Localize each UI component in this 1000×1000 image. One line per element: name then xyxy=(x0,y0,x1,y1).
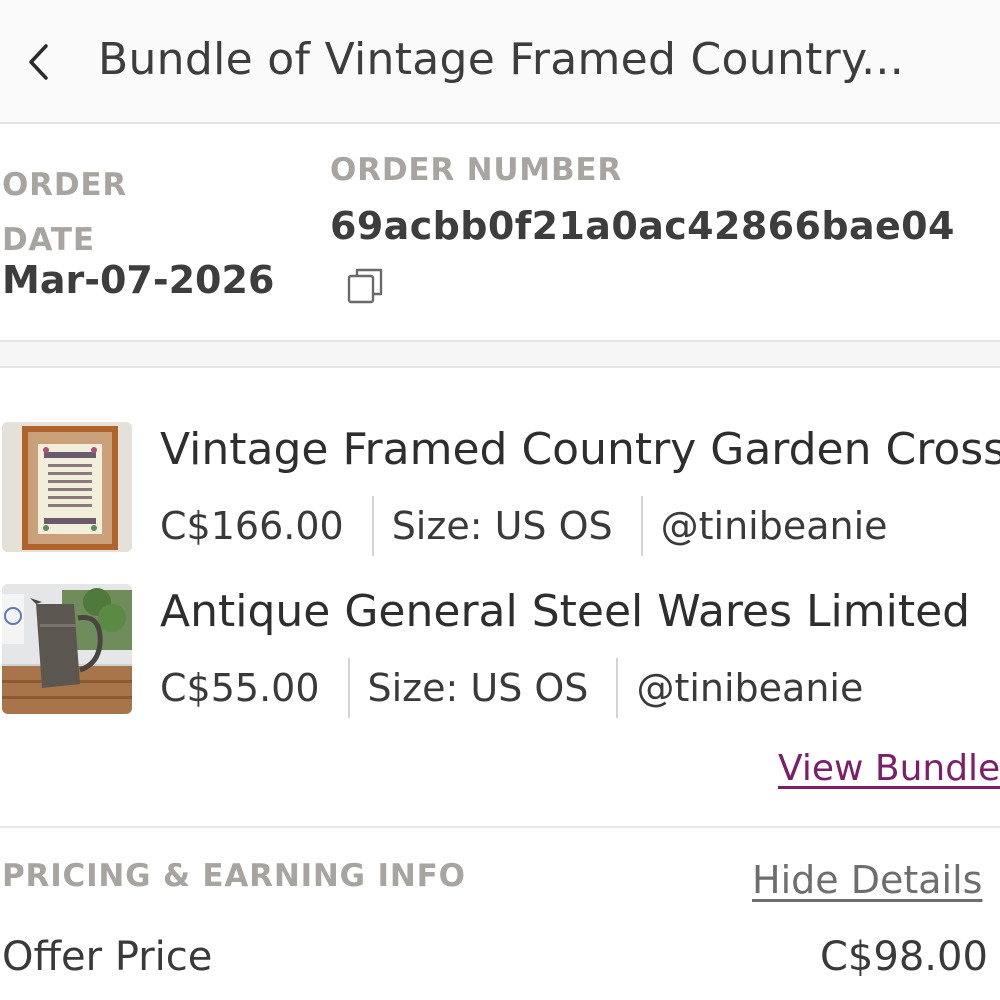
meta-divider xyxy=(347,658,350,718)
item-size: Size: US OS xyxy=(391,504,613,548)
item-seller[interactable]: @tinibeanie xyxy=(661,504,888,548)
pricing-section-label: PRICING & EARNING INFO xyxy=(2,858,466,894)
order-date-label: ORDER DATE xyxy=(2,158,127,268)
item-thumbnail xyxy=(2,584,132,714)
offer-price-value: C$98.00 xyxy=(820,934,988,980)
copy-icon xyxy=(347,268,383,304)
top-app-bar: Bundle of Vintage Framed Country... xyxy=(0,0,1000,124)
order-number-value: 69acbb0f21a0ac42866bae04 xyxy=(330,204,955,248)
item-meta: C$166.00 Size: US OS @tinibeanie xyxy=(160,496,888,556)
item-meta: C$55.00 Size: US OS @tinibeanie xyxy=(160,658,863,718)
order-date-value: Mar-07-2026 xyxy=(2,258,275,302)
view-bundle-link[interactable]: View Bundle xyxy=(778,748,1000,789)
item-thumbnail xyxy=(2,422,132,552)
order-number-label: ORDER NUMBER xyxy=(330,152,623,188)
hide-details-link[interactable]: Hide Details xyxy=(752,858,982,902)
item-price: C$166.00 xyxy=(160,504,344,548)
page-title: Bundle of Vintage Framed Country... xyxy=(98,34,905,85)
order-date-label-line1: ORDER xyxy=(2,167,128,203)
meta-divider xyxy=(371,496,374,556)
offer-price-label: Offer Price xyxy=(2,934,213,980)
item-title: Antique General Steel Wares Limited xyxy=(160,586,971,637)
item-price: C$55.00 xyxy=(160,666,320,710)
item-seller[interactable]: @tinibeanie xyxy=(636,666,863,710)
meta-divider xyxy=(640,496,643,556)
section-divider xyxy=(0,340,1000,368)
item-title: Vintage Framed Country Garden Cross xyxy=(160,424,1000,475)
chevron-left-icon xyxy=(29,44,48,80)
meta-divider xyxy=(616,658,619,718)
item-size: Size: US OS xyxy=(367,666,589,710)
bundle-item[interactable]: Antique General Steel Wares Limited C$55… xyxy=(0,582,1000,722)
order-details-page: Bundle of Vintage Framed Country... ORDE… xyxy=(0,0,1000,1000)
copy-order-number-button[interactable] xyxy=(346,266,386,306)
back-button[interactable] xyxy=(18,38,58,86)
section-divider xyxy=(0,826,1000,828)
bundle-item[interactable]: Vintage Framed Country Garden Cross C$16… xyxy=(0,420,1000,560)
